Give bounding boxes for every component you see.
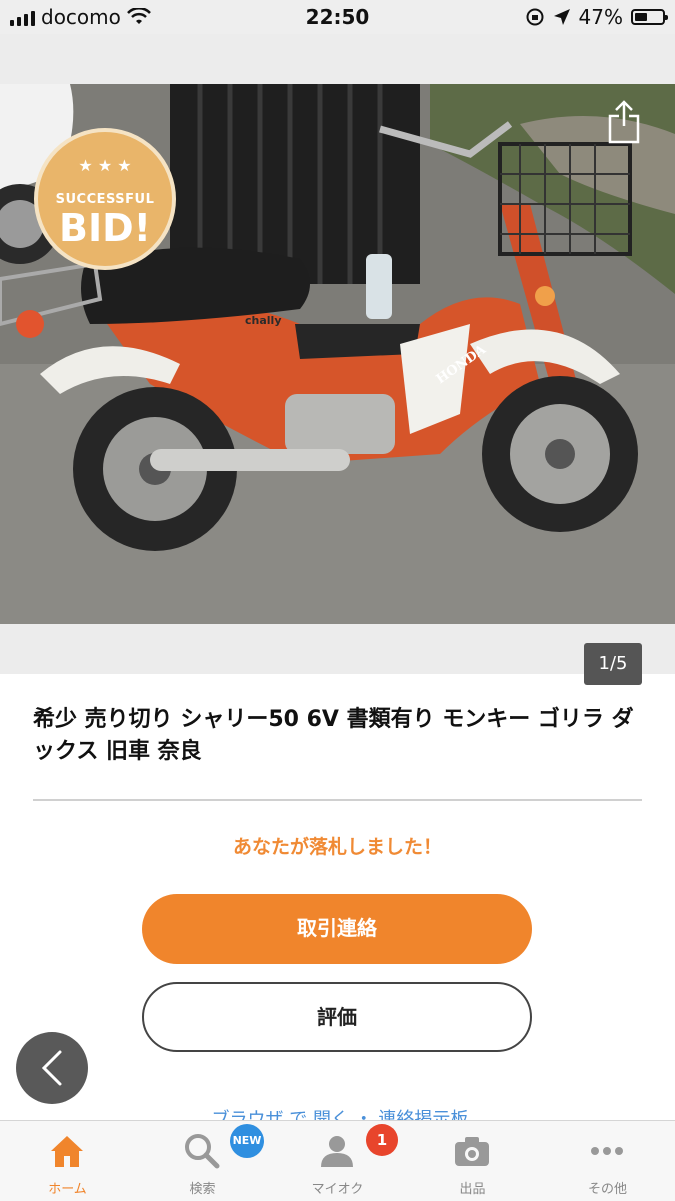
back-button[interactable] (16, 1032, 88, 1104)
tab-bar: ホーム 検索 マイオク 出品 その他 (0, 1120, 675, 1201)
location-icon (553, 9, 570, 25)
tab-sell[interactable]: 出品 (405, 1121, 540, 1201)
status-right: 47% (525, 5, 668, 29)
person-icon (321, 1136, 353, 1167)
battery-fill (635, 13, 647, 21)
won-message: あなたが落札しました！ (232, 836, 442, 858)
search-icon (185, 1134, 220, 1169)
tab-more-label: その他 (587, 1182, 627, 1197)
badge-main-text: BID! (59, 206, 151, 250)
battery-icon (631, 9, 668, 25)
tab-home[interactable]: ホーム (0, 1121, 135, 1201)
battery-percent: 47% (578, 5, 623, 29)
rate-button[interactable]: 評価 (142, 982, 532, 1052)
badge-top-text: SUCCESSFUL (55, 192, 155, 207)
image-counter: 1/5 (584, 643, 642, 685)
rotation-lock-icon (526, 8, 544, 26)
chevron-left-icon (41, 1050, 62, 1086)
item-title: 希少 売り切り シャリー50 6V 書類有り モンキー ゴリラ ダックス 旧車 … (33, 707, 634, 764)
image-gallery[interactable]: HONDA chally ★ ★ ★ SUCCESSFUL BID! 1/5 (0, 34, 675, 685)
camera-icon (455, 1137, 489, 1166)
contact-seller-button[interactable]: 取引連絡 (142, 894, 532, 964)
share-icon[interactable] (608, 100, 640, 144)
home-icon (51, 1136, 83, 1167)
tab-home-label: ホーム (48, 1182, 87, 1197)
successful-bid-badge: ★ ★ ★ SUCCESSFUL BID! (34, 128, 176, 270)
more-icon (591, 1147, 623, 1155)
notification-count-badge: 1 (366, 1124, 398, 1156)
tab-search-label: 検索 (189, 1182, 216, 1197)
tab-myauction-label: マイオク (311, 1182, 364, 1197)
chally-side-logo: chally (245, 314, 282, 327)
divider (33, 799, 642, 801)
tab-sell-label: 出品 (459, 1182, 486, 1197)
tab-more[interactable]: その他 (540, 1121, 675, 1201)
stars-icon: ★ ★ ★ (78, 156, 132, 175)
status-bar: docomo 22:50 47% (0, 0, 675, 34)
new-badge: NEW (230, 1124, 264, 1158)
